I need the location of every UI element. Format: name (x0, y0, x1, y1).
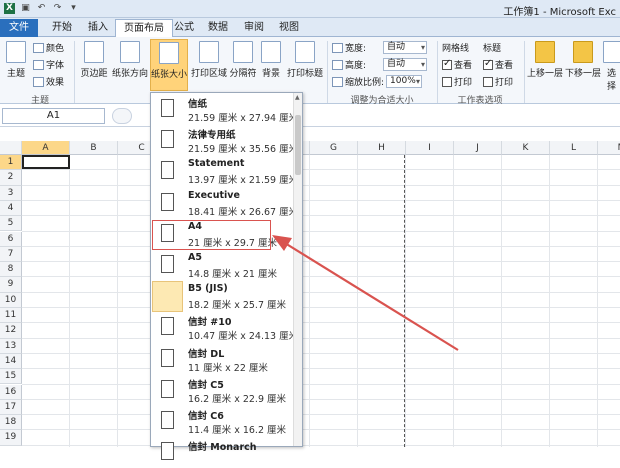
annotation-arrow (272, 235, 459, 351)
